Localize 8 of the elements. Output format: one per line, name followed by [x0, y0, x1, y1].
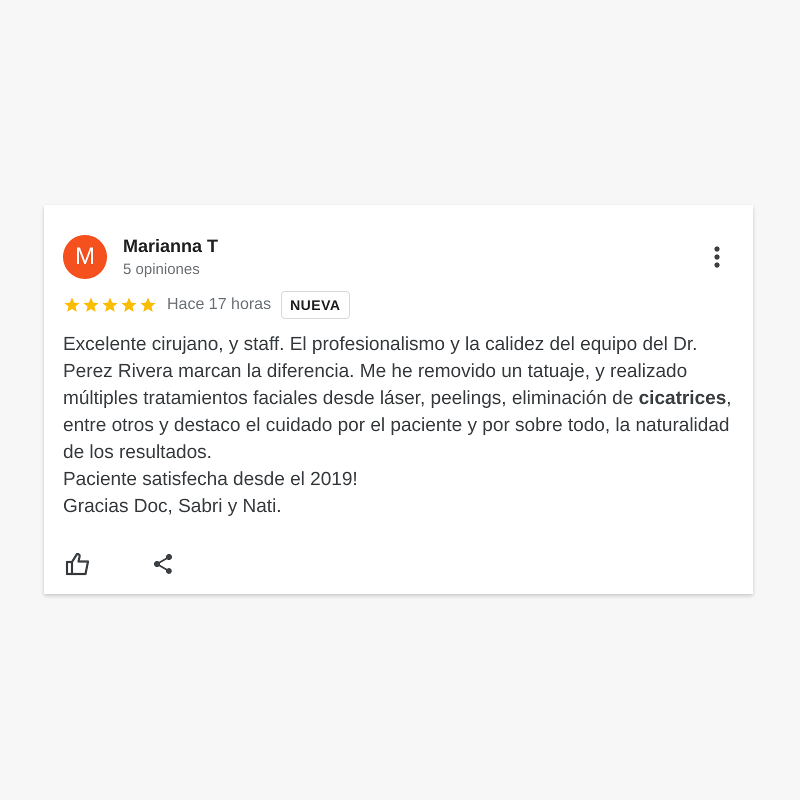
- avatar: M: [63, 235, 107, 279]
- review-text: Excelente cirujano, y staff. El profesionalismo y la calidez del equipo del Dr. Perez Rivera marcan la diferencia. Me he removido un tatuaje, y realizado múltiples tratamientos faciales desde láser, peelings, eliminación de cicatrices, entre otros y destaco el cuidado por el paciente y por sobre todo, la naturalidad de los resultados.: [63, 333, 733, 465]
- review-time: Hace 17 horas: [167, 296, 272, 314]
- author-name: Marianna T: [123, 236, 218, 257]
- review-text: Gracias Doc, Sabri y Nati.: [63, 495, 283, 519]
- new-badge: NUEVA: [281, 291, 350, 319]
- review-count: 5 opiniones: [123, 261, 201, 278]
- review-text: Paciente satisfecha desde el 2019!: [63, 468, 359, 492]
